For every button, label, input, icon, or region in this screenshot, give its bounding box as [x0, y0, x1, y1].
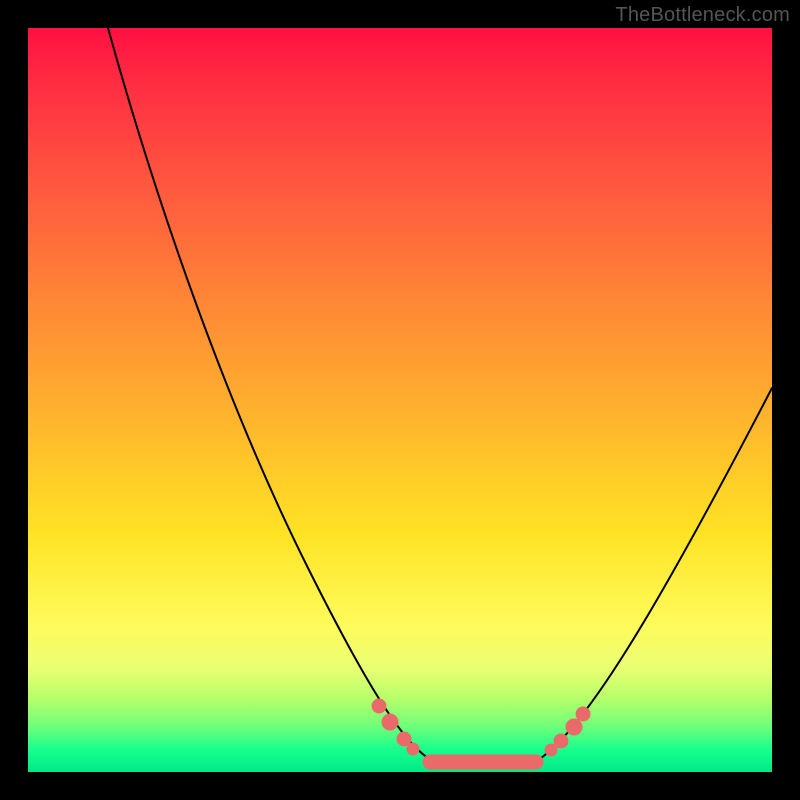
- watermark-text: TheBottleneck.com: [615, 4, 790, 27]
- curve-path: [108, 28, 772, 766]
- bottleneck-curve: [28, 28, 772, 772]
- plot-area: [28, 28, 772, 772]
- trough-markers: [372, 699, 590, 769]
- outer-frame: TheBottleneck.com: [0, 0, 800, 800]
